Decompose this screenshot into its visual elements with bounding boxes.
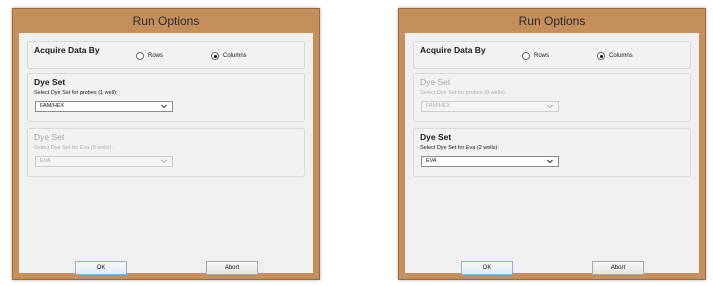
eva-dye-set-value: EVA [40, 158, 51, 164]
columns-radio-label: Columns [223, 53, 247, 59]
dialog-title: Run Options [518, 14, 586, 28]
dialog-client-area: Acquire Data By Rows Columns Dye Set Sel… [19, 33, 313, 275]
run-options-dialog-right: Run Options Acquire Data By Rows Columns… [398, 8, 706, 280]
eva-dye-set-group: Dye Set Select Dye Set for Eva (2 wells)… [413, 128, 691, 177]
eva-dye-set-select[interactable]: EVA [35, 156, 173, 167]
ok-button[interactable]: OK [75, 261, 127, 275]
probe-dye-set-group: Dye Set Select Dye Set for probes (1 wel… [27, 73, 305, 122]
probe-dye-set-title: Dye Set [34, 77, 66, 87]
eva-dye-set-label: Select Dye Set for Eva (2 wells): [420, 145, 499, 151]
columns-radio-option[interactable]: Columns [211, 52, 247, 60]
chevron-down-icon[interactable] [160, 102, 168, 111]
acquire-data-group: Acquire Data By Rows Columns [413, 41, 691, 69]
abort-button[interactable]: Abort [592, 261, 644, 275]
probe-dye-set-select[interactable]: FAM/HEX [421, 101, 559, 112]
acquire-data-group: Acquire Data By Rows Columns [27, 41, 305, 69]
ok-button[interactable]: OK [461, 261, 513, 275]
acquire-data-title: Acquire Data By [34, 45, 100, 55]
eva-dye-set-select[interactable]: EVA [421, 156, 559, 167]
chevron-down-icon[interactable] [160, 157, 168, 166]
rows-radio-icon[interactable] [522, 52, 530, 60]
eva-dye-set-title: Dye Set [420, 132, 452, 142]
probe-dye-set-group: Dye Set Select Dye Set for probes (0 wel… [413, 73, 691, 122]
probe-dye-set-label: Select Dye Set for probes (0 wells): [420, 90, 507, 96]
run-options-dialog-left: Run Options Acquire Data By Rows Columns… [12, 8, 320, 280]
probe-dye-set-label: Select Dye Set for probes (1 well): [34, 90, 118, 96]
eva-dye-set-value: EVA [426, 158, 437, 164]
columns-radio-label: Columns [609, 53, 633, 59]
columns-radio-option[interactable]: Columns [597, 52, 633, 60]
eva-dye-set-label: Select Dye Set for Eva (0 wells): [34, 145, 113, 151]
rows-radio-label: Rows [148, 53, 164, 59]
abort-button[interactable]: Abort [206, 261, 258, 275]
probe-dye-set-title: Dye Set [420, 77, 451, 87]
dialog-client-area: Acquire Data By Rows Columns Dye Set Sel… [405, 33, 699, 275]
eva-dye-set-title: Dye Set [34, 132, 65, 142]
probe-dye-set-value: FAM/HEX [40, 103, 65, 109]
rows-radio-option[interactable]: Rows [522, 52, 549, 60]
rows-radio-label: Rows [534, 53, 550, 59]
chevron-down-icon[interactable] [546, 102, 554, 111]
eva-dye-set-group: Dye Set Select Dye Set for Eva (0 wells)… [27, 128, 305, 177]
probe-dye-set-value: FAM/HEX [426, 103, 451, 109]
probe-dye-set-select[interactable]: FAM/HEX [35, 101, 173, 112]
rows-radio-icon[interactable] [136, 52, 144, 60]
rows-radio-option[interactable]: Rows [136, 52, 163, 60]
columns-radio-icon[interactable] [597, 52, 605, 60]
dialog-title: Run Options [132, 14, 200, 28]
acquire-data-title: Acquire Data By [420, 45, 486, 55]
chevron-down-icon[interactable] [546, 157, 554, 166]
columns-radio-icon[interactable] [211, 52, 219, 60]
